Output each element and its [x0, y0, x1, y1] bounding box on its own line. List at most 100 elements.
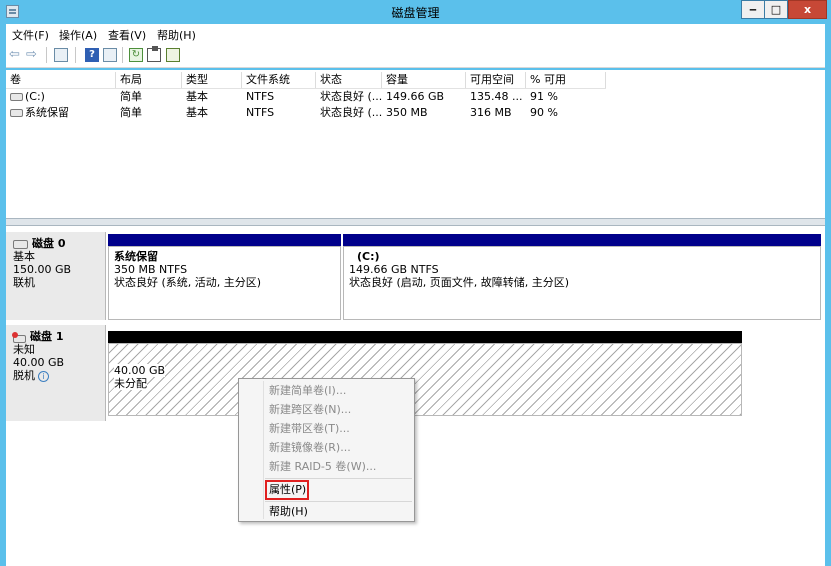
column-header-status[interactable]: 状态: [316, 72, 382, 88]
properties-icon[interactable]: [147, 46, 161, 62]
primary-partition-bar: [343, 234, 821, 246]
menu-help[interactable]: 帮助(H): [157, 27, 196, 43]
disk-1-kind: 未知: [13, 343, 35, 356]
minimize-button[interactable]: ‒: [741, 0, 765, 19]
partition-system-reserved[interactable]: 系统保留 350 MB NTFS 状态良好 (系统, 活动, 主分区): [108, 234, 341, 320]
column-header-volume[interactable]: 卷: [6, 72, 116, 88]
title-bar: 磁盘管理 ‒ □ x: [0, 0, 831, 24]
volume-name: 系统保留: [25, 106, 69, 119]
menu-new-spanned-volume[interactable]: 新建跨区卷(N)...: [269, 401, 351, 419]
unallocated-size: 40.00 GB: [114, 364, 166, 377]
info-icon[interactable]: i: [38, 370, 49, 382]
context-menu-gutter: [263, 381, 264, 519]
disk-0-title: 磁盘 0: [13, 237, 105, 250]
column-header-layout[interactable]: 布局: [116, 72, 182, 88]
disk-1-state: 脱机: [13, 369, 35, 382]
disk-1-name: 磁盘 1: [30, 330, 64, 343]
wizard-icon[interactable]: [166, 48, 180, 62]
partition-body: 40.00 GB 未分配: [108, 343, 742, 416]
menu-separator: [265, 501, 412, 502]
volume-name-cell: (C:): [6, 90, 120, 103]
drive-icon: [10, 93, 23, 101]
column-header-type[interactable]: 类型: [182, 72, 242, 88]
volume-filesystem: NTFS: [246, 90, 275, 103]
disk-0-state: 联机: [13, 276, 35, 289]
partition-title: 系统保留: [114, 250, 158, 263]
column-header-filesystem[interactable]: 文件系统: [242, 72, 316, 88]
partition-body: 系统保留 350 MB NTFS 状态良好 (系统, 活动, 主分区): [108, 246, 341, 320]
drive-icon: [10, 109, 23, 117]
volume-filesystem: NTFS: [246, 106, 275, 119]
menu-separator: [265, 478, 412, 479]
offline-disk-icon: [12, 331, 26, 343]
volume-free-space: 135.48 ...: [470, 90, 523, 103]
context-menu: 新建简单卷(I)... 新建跨区卷(N)... 新建带区卷(T)... 新建镜像…: [238, 378, 415, 522]
volume-percent-free: 91 %: [530, 90, 558, 103]
menu-help-item[interactable]: 帮助(H): [269, 503, 308, 521]
window-title: 磁盘管理: [391, 6, 440, 20]
show-hide-pane-icon[interactable]: [103, 48, 117, 62]
volume-type: 基本: [186, 106, 208, 119]
unallocated-status: 未分配: [114, 377, 147, 390]
menu-new-raid5-volume[interactable]: 新建 RAID-5 卷(W)...: [269, 458, 376, 476]
toolbar-separator: [75, 47, 76, 63]
partition-title: (C:): [357, 250, 380, 263]
disk-0-name: 磁盘 0: [32, 237, 66, 250]
volume-capacity: 350 MB: [386, 106, 428, 119]
volume-list: 卷 布局 类型 文件系统 状态 容量 可用空间 % 可用 (C:) 简单 基本 …: [6, 70, 825, 218]
volume-row-system-reserved[interactable]: 系统保留 简单 基本 NTFS 状态良好 (... 350 MB 316 MB …: [6, 106, 606, 119]
disk-1-title: 磁盘 1: [12, 330, 105, 343]
maximize-button[interactable]: □: [764, 0, 788, 19]
toolbar-separator: [46, 47, 47, 63]
disk-icon: [13, 239, 28, 249]
disk-0-label[interactable]: 磁盘 0 基本 150.00 GB 联机: [6, 232, 106, 320]
help-icon[interactable]: ?: [85, 48, 99, 62]
partition-size: 149.66 GB NTFS: [349, 263, 439, 276]
disk-1-size: 40.00 GB: [13, 356, 65, 369]
refresh-icon[interactable]: ↻: [129, 48, 143, 62]
menu-bar: 文件(F) 操作(A) 查看(V) 帮助(H): [6, 24, 825, 43]
volume-row-c[interactable]: (C:) 简单 基本 NTFS 状态良好 (... 149.66 GB 135.…: [6, 90, 606, 103]
disk-1-label[interactable]: 磁盘 1 未知 40.00 GB 脱机 i: [6, 325, 106, 421]
pane-splitter[interactable]: [6, 218, 825, 226]
unallocated-region[interactable]: 40.00 GB 未分配: [108, 331, 742, 416]
disk-1-state-row: 脱机 i: [13, 369, 105, 382]
menu-view[interactable]: 查看(V): [108, 27, 146, 43]
disk-0-size: 150.00 GB: [13, 263, 72, 276]
volume-status: 状态良好 (...: [320, 90, 383, 103]
volume-type: 基本: [186, 90, 208, 103]
volume-name-cell: 系统保留: [6, 106, 120, 119]
back-arrow-icon[interactable]: ⇦: [9, 48, 23, 62]
partition-status: 状态良好 (系统, 活动, 主分区): [114, 276, 262, 289]
volume-list-header: 卷 布局 类型 文件系统 状态 容量 可用空间 % 可用: [6, 72, 606, 89]
menu-action[interactable]: 操作(A): [59, 27, 97, 43]
partition-size: 350 MB NTFS: [114, 263, 188, 276]
menu-new-striped-volume[interactable]: 新建带区卷(T)...: [269, 420, 350, 438]
disk-graphical-view: 磁盘 0 基本 150.00 GB 联机 系统保留 350 MB NTFS 状态…: [6, 226, 825, 566]
volume-percent-free: 90 %: [530, 106, 558, 119]
menu-new-simple-volume[interactable]: 新建简单卷(I)...: [269, 382, 346, 400]
disk-management-window: 磁盘管理 ‒ □ x 文件(F) 操作(A) 查看(V) 帮助(H) ⇦ ⇨ ?…: [0, 0, 831, 566]
menu-file[interactable]: 文件(F): [12, 27, 49, 43]
column-header-free-space[interactable]: 可用空间: [466, 72, 526, 88]
partition-body: (C:) 149.66 GB NTFS 状态良好 (启动, 页面文件, 故障转储…: [343, 246, 821, 320]
unallocated-bar: [108, 331, 742, 343]
volume-layout: 简单: [120, 106, 142, 119]
column-header-capacity[interactable]: 容量: [382, 72, 466, 88]
menu-new-mirrored-volume[interactable]: 新建镜像卷(R)...: [269, 439, 351, 457]
volume-name: (C:): [25, 90, 45, 103]
volume-layout: 简单: [120, 90, 142, 103]
toolbar-separator: [122, 47, 123, 63]
properties-highlight-box: [265, 480, 309, 500]
toolbar: ⇦ ⇨ ? ↻: [6, 43, 825, 68]
disk-0-kind: 基本: [13, 250, 35, 263]
list-view-icon[interactable]: [54, 48, 68, 62]
volume-free-space: 316 MB: [470, 106, 512, 119]
forward-arrow-icon[interactable]: ⇨: [26, 48, 40, 62]
volume-capacity: 149.66 GB: [386, 90, 445, 103]
column-header-percent-free[interactable]: % 可用: [526, 72, 606, 88]
primary-partition-bar: [108, 234, 341, 246]
close-button[interactable]: x: [788, 0, 827, 19]
partition-status: 状态良好 (启动, 页面文件, 故障转储, 主分区): [349, 276, 570, 289]
partition-c[interactable]: (C:) 149.66 GB NTFS 状态良好 (启动, 页面文件, 故障转储…: [343, 234, 821, 320]
